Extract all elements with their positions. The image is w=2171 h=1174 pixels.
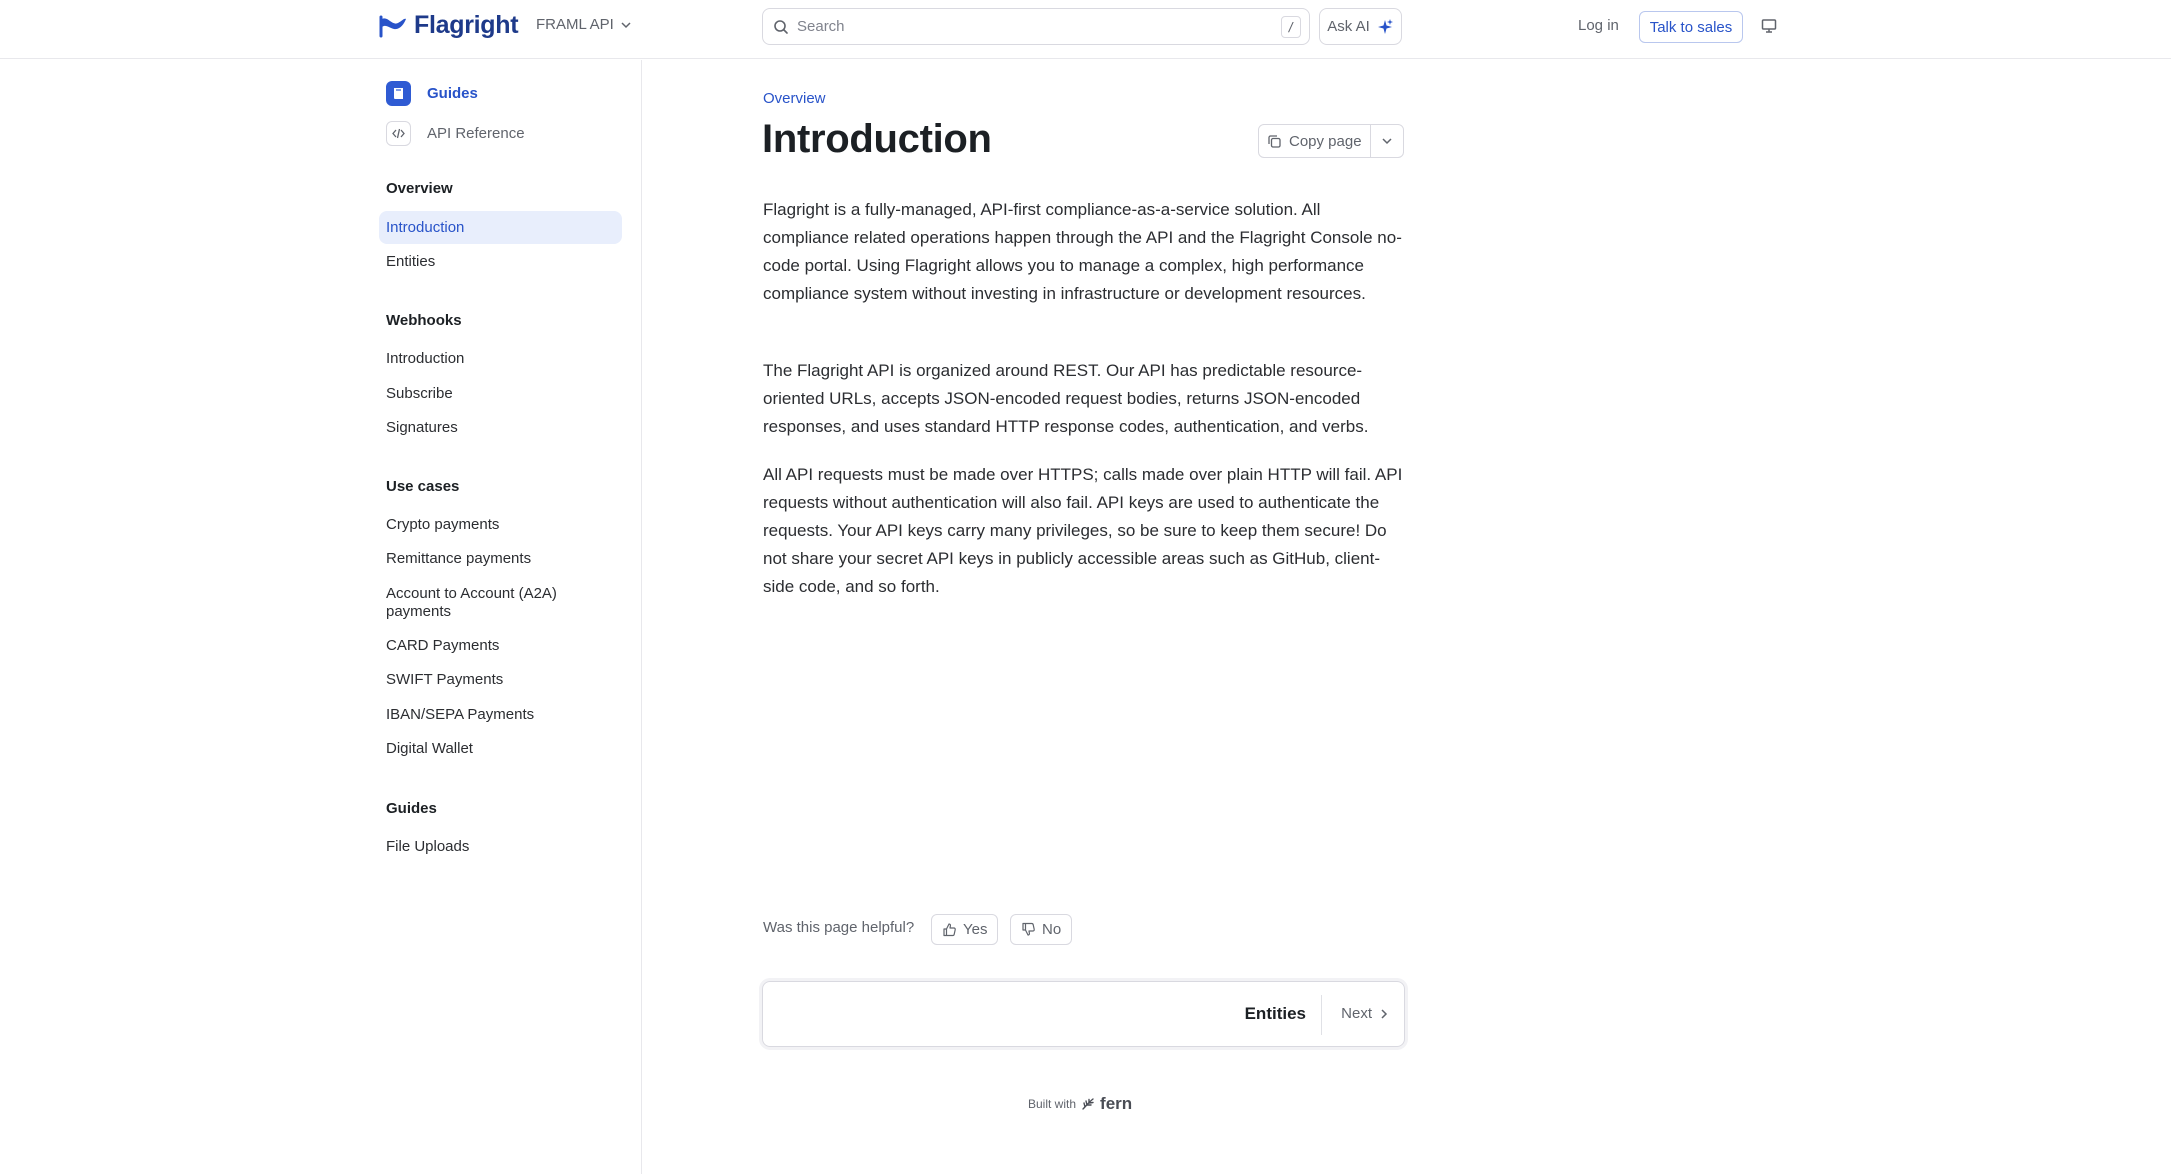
sidebar-item-remittance-payments[interactable]: Remittance payments bbox=[379, 550, 622, 568]
sidebar-tab-label: Guides bbox=[427, 85, 478, 102]
ask-ai-label: Ask AI bbox=[1327, 18, 1370, 35]
search-shortcut-key: / bbox=[1281, 16, 1301, 38]
sidebar-tab-guides[interactable]: Guides bbox=[386, 81, 478, 106]
thumbs-down-icon bbox=[1022, 922, 1035, 936]
sidebar-item-a2a-payments[interactable]: Account to Account (A2A) payments bbox=[379, 585, 579, 621]
code-icon bbox=[386, 121, 411, 146]
book-icon bbox=[386, 81, 411, 106]
breadcrumb[interactable]: Overview bbox=[763, 90, 826, 107]
section-title-webhooks: Webhooks bbox=[386, 312, 462, 329]
built-with-fern-link[interactable]: Built with fern bbox=[1028, 1094, 1132, 1114]
feedback-no-button[interactable]: No bbox=[1010, 914, 1073, 945]
chevron-down-icon bbox=[621, 21, 631, 28]
feedback-yes-button[interactable]: Yes bbox=[931, 914, 999, 945]
section-title-use-cases: Use cases bbox=[386, 478, 460, 495]
sidebar-tab-label: API Reference bbox=[427, 125, 525, 142]
search-input[interactable]: Search / bbox=[762, 8, 1310, 45]
copy-page-menu-button[interactable] bbox=[1371, 125, 1403, 157]
section-title-overview: Overview bbox=[386, 180, 453, 197]
ask-ai-button[interactable]: Ask AI bbox=[1319, 8, 1402, 45]
sidebar-item-subscribe[interactable]: Subscribe bbox=[379, 385, 622, 403]
copy-page-button[interactable]: Copy page bbox=[1259, 125, 1371, 157]
feedback-yes-label: Yes bbox=[963, 921, 988, 938]
version-selector[interactable]: FRAML API bbox=[536, 16, 632, 33]
copy-page-label: Copy page bbox=[1289, 132, 1362, 150]
search-placeholder: Search bbox=[797, 18, 845, 35]
intro-paragraph-2: The Flagright API is organized around RE… bbox=[763, 361, 1369, 436]
login-link[interactable]: Log in bbox=[1578, 17, 1619, 34]
version-label: FRAML API bbox=[536, 16, 614, 33]
copy-page-group: Copy page bbox=[1258, 124, 1404, 158]
section-title-guides: Guides bbox=[386, 800, 437, 817]
copy-icon bbox=[1268, 134, 1281, 148]
sidebar-item-signatures[interactable]: Signatures bbox=[379, 419, 622, 437]
sidebar: Guides API Reference Overview Introducti… bbox=[0, 60, 642, 1174]
feedback-question: Was this page helpful? bbox=[763, 919, 915, 936]
top-header: Flagright FRAML API Search / Ask AI Log … bbox=[0, 0, 2171, 59]
sidebar-item-crypto-payments[interactable]: Crypto payments bbox=[379, 516, 622, 534]
sidebar-item-webhooks-introduction[interactable]: Introduction bbox=[379, 350, 622, 368]
sidebar-item-iban-sepa-payments[interactable]: IBAN/SEPA Payments bbox=[379, 706, 622, 724]
sidebar-item-swift-payments[interactable]: SWIFT Payments bbox=[379, 671, 622, 689]
intro-paragraph-3: All API requests must be made over HTTPS… bbox=[763, 465, 1403, 596]
chevron-right-icon bbox=[1381, 1008, 1388, 1019]
flagright-logo-icon bbox=[379, 15, 406, 37]
next-page-link[interactable]: Next bbox=[1341, 1005, 1390, 1022]
thumbs-up-icon bbox=[943, 923, 956, 937]
talk-to-sales-button[interactable]: Talk to sales bbox=[1639, 11, 1743, 43]
page-title: Introduction bbox=[762, 117, 992, 161]
fern-brand: fern bbox=[1100, 1094, 1133, 1113]
sidebar-item-file-uploads[interactable]: File Uploads bbox=[379, 838, 622, 856]
flagright-logo[interactable]: Flagright bbox=[378, 11, 519, 40]
monitor-icon[interactable] bbox=[1761, 18, 1777, 34]
search-icon bbox=[774, 19, 788, 34]
next-page-card[interactable]: Entities Next bbox=[762, 981, 1405, 1047]
intro-paragraph-1: Flagright is a fully-managed, API-first … bbox=[763, 200, 1402, 303]
chevron-down-icon bbox=[1382, 138, 1392, 145]
sidebar-item-introduction[interactable]: Introduction bbox=[379, 211, 622, 244]
sidebar-item-card-payments[interactable]: CARD Payments bbox=[379, 637, 622, 655]
sparkle-icon bbox=[1377, 18, 1393, 34]
next-page-title: Entities bbox=[1244, 1004, 1306, 1023]
sidebar-tab-api-reference[interactable]: API Reference bbox=[386, 121, 525, 146]
sidebar-item-digital-wallet[interactable]: Digital Wallet bbox=[379, 740, 622, 758]
sidebar-item-entities[interactable]: Entities bbox=[379, 253, 622, 271]
feedback-no-label: No bbox=[1042, 921, 1062, 938]
logo-text: Flagright bbox=[414, 11, 519, 39]
fern-leaf-icon bbox=[1082, 1098, 1094, 1110]
next-page-divider bbox=[1321, 995, 1322, 1035]
next-label: Next bbox=[1341, 1005, 1372, 1022]
built-with-label: Built with bbox=[1028, 1097, 1077, 1111]
